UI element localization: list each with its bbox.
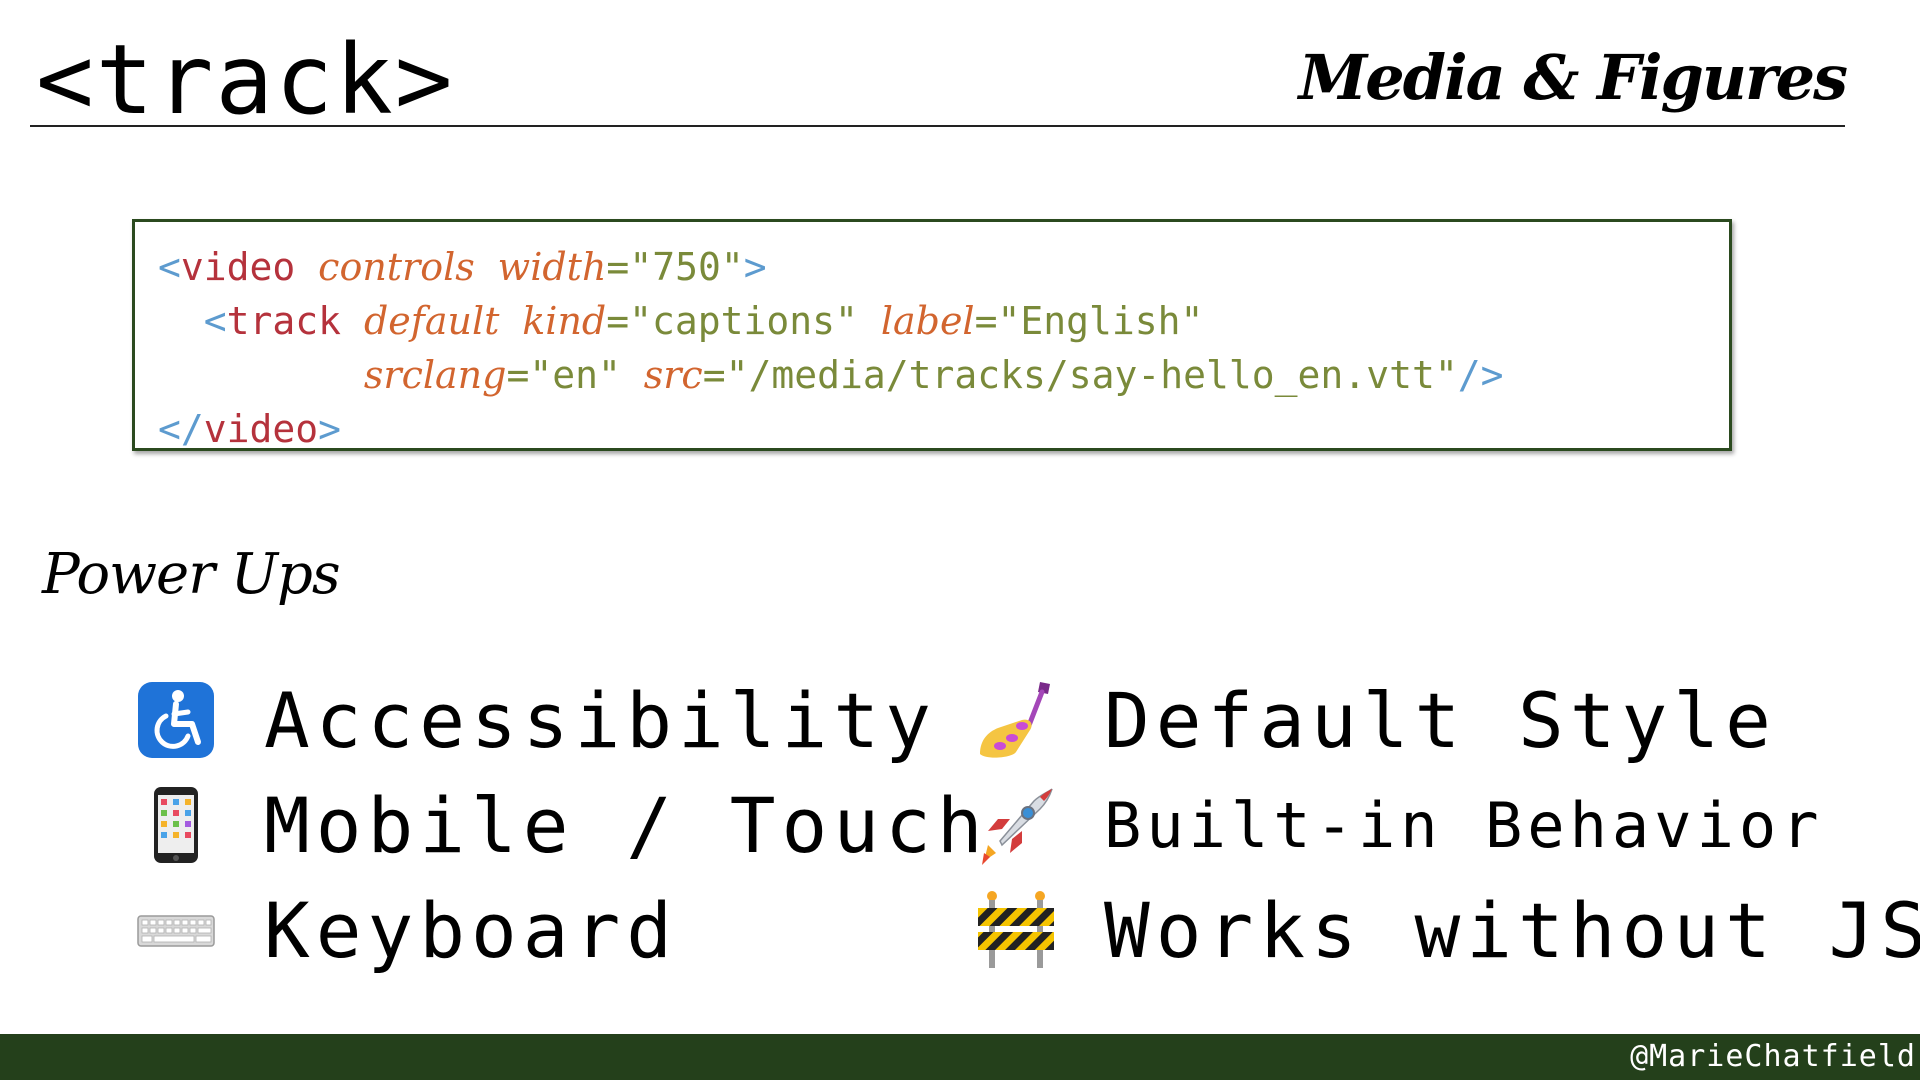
mobile-phone-icon	[136, 785, 216, 865]
feature-built-in-behavior: Built-in Behavior	[976, 775, 1824, 875]
keyboard-icon	[136, 890, 216, 970]
feature-label: Accessibility	[264, 675, 937, 765]
feature-label: Built-in Behavior	[1104, 788, 1824, 862]
code-eq: =	[606, 299, 630, 343]
construction-barrier-icon	[976, 890, 1056, 970]
code-string: "captions"	[629, 299, 858, 343]
code-attr: src	[643, 353, 703, 397]
code-eq: =	[606, 245, 630, 289]
code-eq: =	[974, 299, 998, 343]
code-attr: default	[363, 299, 500, 343]
footer-bar: @MarieChatfield	[0, 1034, 1920, 1080]
code-string: "/media/tracks/say-hello_en.vtt"	[725, 353, 1458, 397]
feature-mobile-touch: Mobile / Touch	[136, 775, 989, 875]
feature-label: Mobile / Touch	[264, 780, 989, 870]
code-string: "en"	[529, 353, 621, 397]
nail-polish-icon	[976, 680, 1056, 760]
code-tag: video	[203, 407, 319, 451]
code-punct: </	[158, 407, 204, 451]
code-string: "750"	[629, 245, 744, 289]
header-divider	[30, 125, 1845, 127]
code-punct: >	[743, 245, 767, 289]
rocket-icon	[976, 785, 1056, 865]
feature-label: Works without JS	[1104, 885, 1920, 975]
power-ups-heading: Power Ups	[42, 542, 341, 607]
slide-title: <track>	[36, 24, 455, 136]
code-attr: kind	[522, 299, 607, 343]
code-punct: <	[158, 245, 181, 289]
code-attr: label	[880, 299, 975, 343]
feature-accessibility: Accessibility	[136, 670, 937, 770]
code-attr: controls	[318, 245, 475, 289]
code-attr: srclang	[363, 353, 507, 397]
wheelchair-icon	[136, 680, 216, 760]
code-attr: width	[497, 245, 607, 289]
code-line-4: </video>	[158, 402, 1729, 456]
feature-keyboard: Keyboard	[136, 880, 678, 980]
feature-works-without-js: Works without JS	[976, 880, 1920, 980]
feature-label: Keyboard	[264, 885, 679, 975]
feature-default-style: Default Style	[976, 670, 1777, 770]
code-punct: />	[1457, 353, 1504, 397]
feature-label: Default Style	[1104, 675, 1777, 765]
author-handle: @MarieChatfield	[1630, 1039, 1916, 1074]
code-eq: =	[702, 353, 726, 397]
code-string: "English"	[997, 299, 1204, 343]
code-punct: <	[203, 299, 227, 343]
code-line-1: <video controls width="750">	[158, 240, 1729, 294]
code-line-3: srclang="en" src="/media/tracks/say-hell…	[158, 348, 1729, 402]
code-punct: >	[318, 407, 342, 451]
code-tag: track	[226, 299, 342, 343]
code-line-2: <track default kind="captions" label="En…	[158, 294, 1729, 348]
section-name: Media & Figures	[1298, 41, 1848, 114]
code-tag: video	[180, 245, 296, 289]
code-block: <video controls width="750"> <track defa…	[132, 219, 1732, 451]
code-eq: =	[506, 353, 530, 397]
